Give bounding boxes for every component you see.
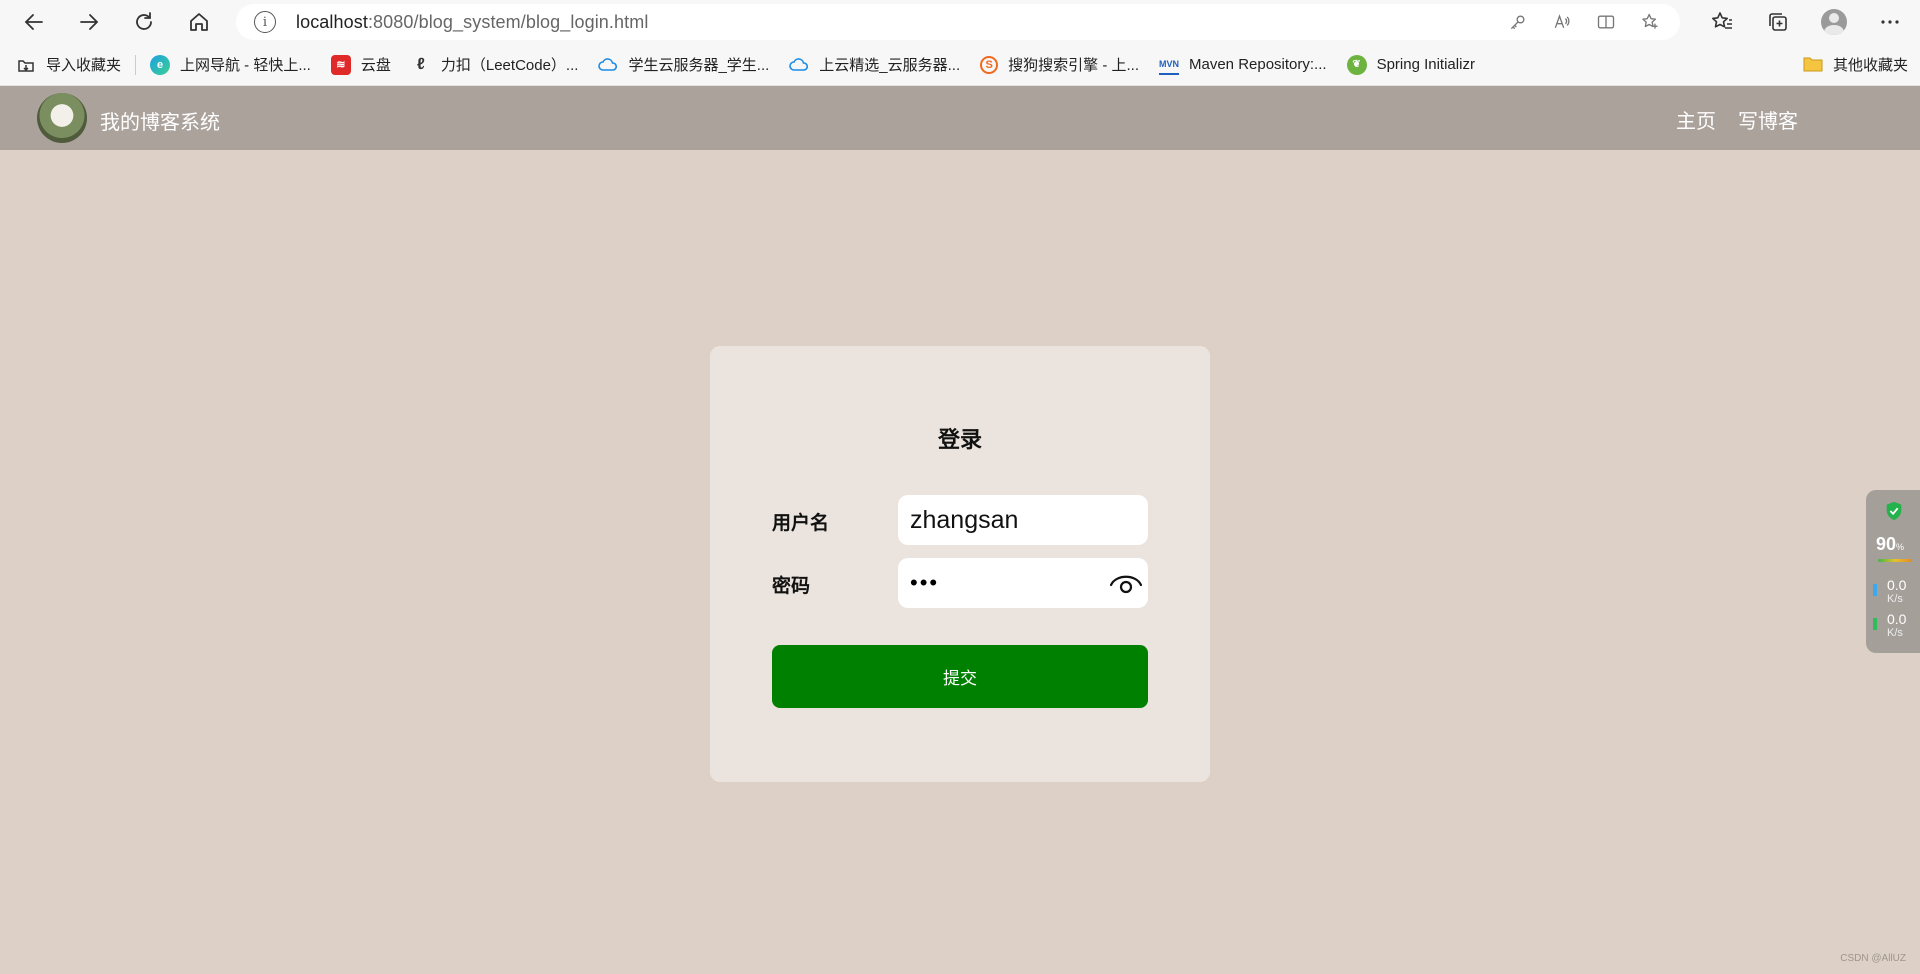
read-aloud-button[interactable]	[1544, 8, 1580, 36]
nav-home-link[interactable]: 主页	[1676, 105, 1716, 134]
collections-button[interactable]	[1758, 4, 1798, 40]
star-add-icon	[1642, 13, 1658, 29]
upload-speed-value: 0.0	[1887, 577, 1907, 593]
username-label: 用户名	[772, 512, 830, 534]
site-title: 我的博客系统	[100, 110, 220, 134]
bookmark-divider	[135, 54, 137, 75]
key-icon	[1510, 15, 1525, 30]
more-menu-button[interactable]	[1870, 4, 1910, 40]
widget-percent: 90%	[1876, 534, 1904, 555]
login-title: 登录	[937, 428, 982, 453]
upload-speed: 0.0 K/s	[1873, 578, 1906, 606]
upload-speed-unit: K/s	[1887, 593, 1903, 605]
password-label: 密码	[772, 575, 811, 597]
submit-button[interactable]: 提交	[772, 645, 1148, 708]
browser-right-actions	[1702, 4, 1910, 40]
bookmark-label: 搜狗搜索引擎 - 上...	[1008, 57, 1139, 74]
bookmark-item[interactable]: e 上网导航 - 轻快上...	[150, 54, 311, 75]
download-speed-unit: K/s	[1887, 627, 1903, 639]
home-icon	[190, 13, 208, 31]
forward-button[interactable]	[69, 4, 109, 40]
download-speed-value: 0.0	[1887, 611, 1907, 627]
leetcode-icon: ℓ	[416, 55, 425, 73]
folder-icon	[1803, 55, 1823, 75]
bookmark-item[interactable]: ℓ 力扣（LeetCode）...	[411, 54, 579, 75]
bookmark-label: Spring Initializr	[1376, 56, 1475, 73]
eye-icon	[1109, 575, 1143, 594]
widget-percent-value: 90	[1876, 534, 1897, 554]
url-text[interactable]: localhost:8080/blog_system/blog_login.ht…	[296, 12, 648, 33]
bookmarks-bar: 导入收藏夹 e 上网导航 - 轻快上... ≋ 云盘 ℓ 力扣（LeetCode…	[0, 44, 1920, 86]
favorites-button[interactable]	[1702, 4, 1742, 40]
download-arrow-icon	[1873, 618, 1877, 630]
split-screen-icon	[1597, 15, 1615, 29]
import-favorites-icon	[16, 55, 36, 75]
bookmark-item[interactable]: S 搜狗搜索引擎 - 上...	[980, 54, 1139, 75]
sogou-icon: S	[980, 55, 999, 74]
arrow-right-icon	[80, 14, 99, 30]
nav-write-blog-link[interactable]: 写博客	[1738, 105, 1798, 134]
reload-icon	[136, 12, 152, 30]
nav-links: 主页 写博客	[1676, 105, 1798, 134]
site-nav: 我的博客系统 主页 写博客	[0, 86, 1920, 150]
download-speed: 0.0 K/s	[1873, 612, 1906, 640]
widget-level-bar	[1878, 559, 1912, 562]
bookmark-label: 云盘	[360, 57, 391, 74]
favorites-icon	[1712, 12, 1732, 29]
widget-percent-unit: %	[1896, 542, 1905, 552]
url-path: :8080/blog_system/blog_login.html	[367, 11, 649, 32]
read-aloud-icon	[1554, 14, 1570, 29]
home-button[interactable]	[179, 4, 219, 40]
other-favorites-label: 其他收藏夹	[1832, 57, 1908, 74]
bookmark-label: 学生云服务器_学生...	[628, 57, 770, 74]
add-favorite-button[interactable]	[1632, 8, 1668, 36]
browser-nav-buttons	[14, 4, 219, 40]
bookmark-label: 力扣（LeetCode）...	[440, 57, 579, 74]
password-field	[898, 558, 1148, 608]
address-bar[interactable]: i localhost:8080/blog_system/blog_login.…	[236, 4, 1680, 40]
bookmark-label: 上云精选_云服务器...	[819, 57, 961, 74]
back-button[interactable]	[14, 4, 54, 40]
bookmark-label: 导入收藏夹	[46, 57, 122, 74]
upload-arrow-icon	[1873, 584, 1877, 596]
url-host: localhost	[296, 11, 368, 32]
watermark: CSDN @AllUZ	[1840, 953, 1906, 964]
spring-icon: ❦	[1346, 54, 1367, 75]
browser-toolbar: i localhost:8080/blog_system/blog_login.…	[0, 0, 1920, 44]
other-favorites[interactable]: 其他收藏夹	[1803, 54, 1908, 75]
bookmark-item[interactable]: ❦ Spring Initializr	[1346, 54, 1475, 75]
cloud-drive-icon: ≋	[330, 54, 351, 75]
aliyun-icon	[789, 55, 809, 75]
bookmark-item[interactable]: 上云精选_云服务器...	[789, 54, 960, 75]
aliyun-icon	[598, 55, 618, 75]
bookmark-label: 上网导航 - 轻快上...	[180, 57, 311, 74]
reload-button[interactable]	[124, 4, 164, 40]
password-key-button[interactable]	[1500, 8, 1536, 36]
show-password-button[interactable]	[1108, 566, 1144, 600]
profile-button[interactable]	[1814, 4, 1854, 40]
network-speed-widget[interactable]: 90% 0.0 K/s 0.0 K/s	[1866, 490, 1920, 653]
edge-icon: e	[150, 54, 171, 75]
bookmark-item[interactable]: 学生云服务器_学生...	[598, 54, 769, 75]
login-card: 登录 用户名 密码 提交	[710, 346, 1210, 782]
address-bar-actions	[1500, 8, 1668, 36]
bookmark-label: Maven Repository:...	[1189, 56, 1327, 73]
site-info-icon[interactable]: i	[254, 11, 276, 33]
split-screen-button[interactable]	[1588, 8, 1624, 36]
bookmark-item[interactable]: MVN Maven Repository:...	[1159, 55, 1327, 75]
username-input[interactable]	[898, 495, 1148, 545]
arrow-left-icon	[24, 14, 43, 30]
site-logo	[37, 93, 87, 143]
more-dots-icon	[1881, 20, 1899, 24]
collections-icon	[1769, 13, 1787, 31]
bookmark-item[interactable]: ≋ 云盘	[330, 54, 391, 75]
shield-check-icon	[1886, 501, 1902, 521]
password-input[interactable]	[898, 558, 1098, 608]
profile-avatar	[1821, 9, 1847, 35]
maven-icon: MVN	[1159, 55, 1179, 75]
bookmark-import[interactable]: 导入收藏夹	[16, 54, 121, 75]
